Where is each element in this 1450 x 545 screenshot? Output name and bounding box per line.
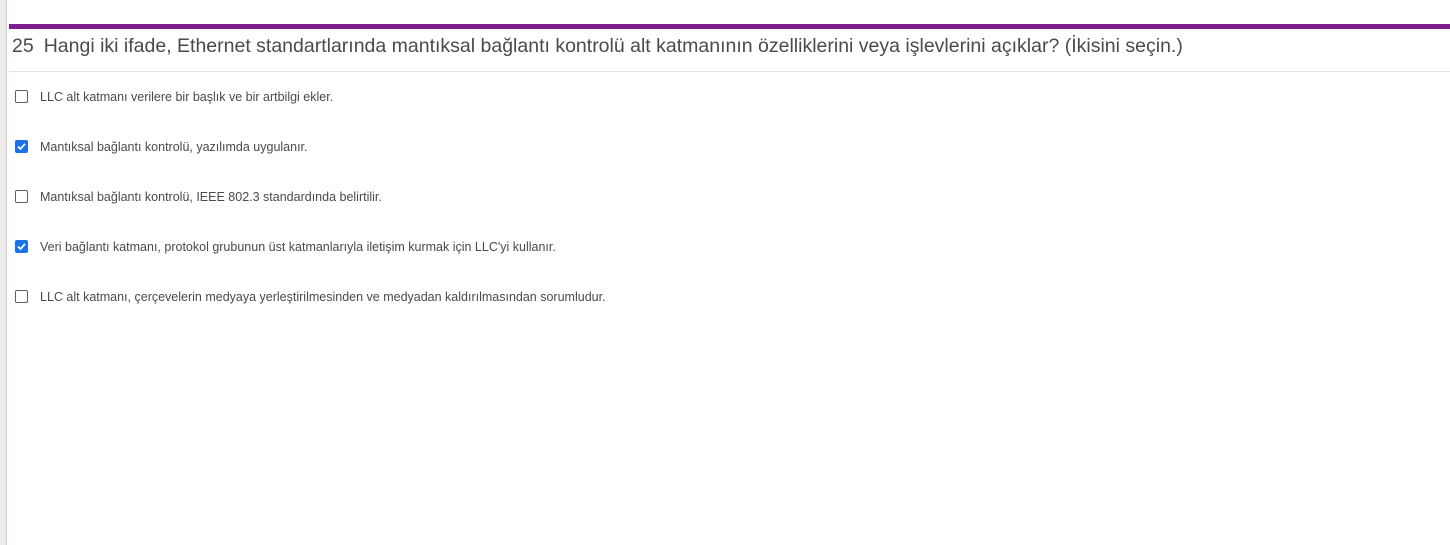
option-checkbox[interactable] bbox=[15, 90, 28, 103]
answer-option[interactable]: Veri bağlantı katmanı, protokol grubunun… bbox=[14, 233, 1414, 259]
answer-option[interactable]: LLC alt katmanı, çerçevelerin medyaya ye… bbox=[14, 283, 1414, 309]
option-checkbox[interactable] bbox=[15, 190, 28, 203]
window-left-edge bbox=[0, 0, 7, 545]
answer-option[interactable]: LLC alt katmanı verilere bir başlık ve b… bbox=[14, 83, 1414, 109]
option-checkbox[interactable] bbox=[15, 240, 28, 253]
option-label: Mantıksal bağlantı kontrolü, yazılımda u… bbox=[40, 140, 308, 154]
answer-option[interactable]: Mantıksal bağlantı kontrolü, IEEE 802.3 … bbox=[14, 183, 1414, 209]
question-header: 25 Hangi iki ifade, Ethernet standartları… bbox=[9, 29, 1450, 72]
option-label: Veri bağlantı katmanı, protokol grubunun… bbox=[40, 240, 556, 254]
answer-option[interactable]: Mantıksal bağlantı kontrolü, yazılımda u… bbox=[14, 133, 1414, 159]
check-icon bbox=[17, 143, 26, 151]
check-icon bbox=[17, 243, 26, 251]
option-label: LLC alt katmanı, çerçevelerin medyaya ye… bbox=[40, 290, 606, 304]
option-label: LLC alt katmanı verilere bir başlık ve b… bbox=[40, 90, 334, 104]
question-title: 25 Hangi iki ifade, Ethernet standartları… bbox=[12, 34, 1183, 58]
quiz-page: 25 Hangi iki ifade, Ethernet standartları… bbox=[0, 0, 1450, 545]
question-text: Hangi iki ifade, Ethernet standartlarınd… bbox=[43, 35, 1183, 57]
option-checkbox[interactable] bbox=[15, 290, 28, 303]
question-number: 25 bbox=[12, 35, 34, 57]
option-checkbox[interactable] bbox=[15, 140, 28, 153]
option-label: Mantıksal bağlantı kontrolü, IEEE 802.3 … bbox=[40, 190, 382, 204]
